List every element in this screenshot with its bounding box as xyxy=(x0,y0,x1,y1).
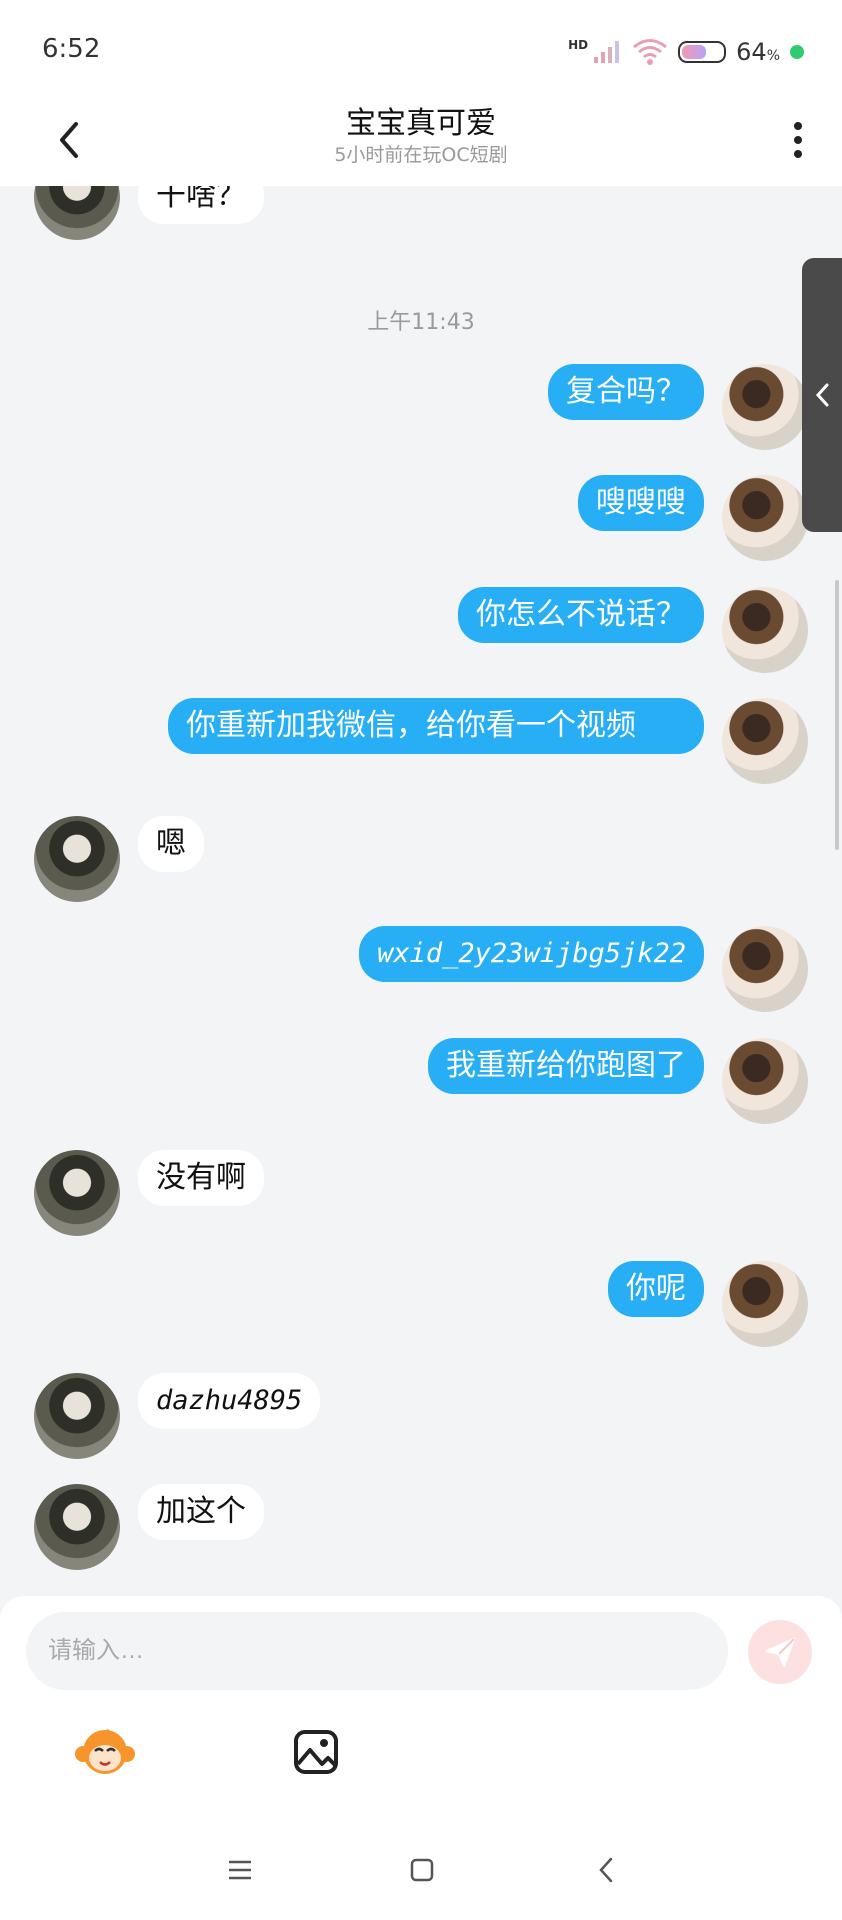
message-incoming[interactable]: 嗯 xyxy=(138,816,204,872)
battery-unit: % xyxy=(766,48,780,64)
status-icons: HD 64% xyxy=(568,34,804,70)
monkey-emoji-icon xyxy=(75,1728,135,1774)
contact-avatar[interactable] xyxy=(34,1484,120,1570)
message-input[interactable] xyxy=(26,1612,728,1690)
image-icon xyxy=(294,1730,338,1774)
message-incoming[interactable]: 加这个 xyxy=(138,1484,264,1540)
message-outgoing[interactable]: 你呢 xyxy=(608,1261,704,1317)
back-arrow-icon xyxy=(599,1857,613,1883)
my-avatar[interactable] xyxy=(722,926,808,1012)
message-outgoing[interactable]: 你重新加我微信，给你看一个视频 xyxy=(168,698,704,754)
nav-back-button[interactable] xyxy=(586,1850,626,1890)
network-label: HD xyxy=(568,38,589,52)
emoji-button[interactable] xyxy=(70,1720,140,1784)
message-timestamp: 上午11:43 xyxy=(367,310,475,335)
side-panel-handle[interactable] xyxy=(802,258,842,532)
send-icon xyxy=(765,1638,795,1667)
my-avatar[interactable] xyxy=(722,475,808,561)
chat-header: 宝宝真可爱 5小时前在玩OC短剧 xyxy=(0,96,842,186)
scrollbar[interactable] xyxy=(835,580,839,850)
battery-text: 64% xyxy=(736,38,780,66)
chat-area[interactable]: 干啥？ 上午11:43 复合吗？ 嗖嗖嗖 你怎么不说话？ 你重新加我微信，给你看… xyxy=(0,186,842,1596)
message-incoming[interactable]: 干啥？ xyxy=(138,186,264,224)
image-button[interactable] xyxy=(281,1720,351,1784)
message-outgoing[interactable]: 复合吗？ xyxy=(548,364,704,420)
message-outgoing[interactable]: 嗖嗖嗖 xyxy=(578,475,704,531)
home-square-icon xyxy=(410,1858,434,1882)
send-button[interactable] xyxy=(748,1620,812,1684)
status-time: 6:52 xyxy=(42,34,101,64)
chevron-left-icon xyxy=(815,383,829,407)
message-outgoing[interactable]: 你怎么不说话？ xyxy=(458,587,704,643)
nav-menu-button[interactable] xyxy=(220,1850,260,1890)
system-navigation-bar xyxy=(0,1840,842,1900)
more-vertical-icon xyxy=(794,122,802,158)
my-avatar[interactable] xyxy=(722,364,808,450)
message-incoming[interactable]: dazhu4895 xyxy=(138,1373,321,1429)
battery-percent: 64 xyxy=(736,38,767,66)
signal-icon xyxy=(594,41,620,63)
my-avatar[interactable] xyxy=(722,698,808,784)
contact-avatar[interactable] xyxy=(34,186,120,240)
menu-icon xyxy=(229,1860,251,1880)
status-bar: 6:52 HD 64% xyxy=(0,0,842,96)
message-outgoing[interactable]: 我重新给你跑图了 xyxy=(428,1038,704,1094)
chat-title: 宝宝真可爱 xyxy=(346,106,496,141)
message-incoming[interactable]: 没有啊 xyxy=(138,1150,264,1206)
contact-avatar[interactable] xyxy=(34,1373,120,1459)
my-avatar[interactable] xyxy=(722,1261,808,1347)
contact-avatar[interactable] xyxy=(34,1150,120,1236)
more-button[interactable] xyxy=(778,112,818,168)
my-avatar[interactable] xyxy=(722,587,808,673)
wifi-icon xyxy=(633,39,668,65)
my-avatar[interactable] xyxy=(722,1038,808,1124)
nav-home-button[interactable] xyxy=(402,1850,442,1890)
message-outgoing[interactable]: wxid_2y23wijbg5jk22 xyxy=(359,926,704,982)
contact-avatar[interactable] xyxy=(34,816,120,902)
active-dot-icon xyxy=(790,45,804,59)
battery-icon xyxy=(678,41,727,63)
chat-subtitle: 5小时前在玩OC短剧 xyxy=(334,144,508,166)
